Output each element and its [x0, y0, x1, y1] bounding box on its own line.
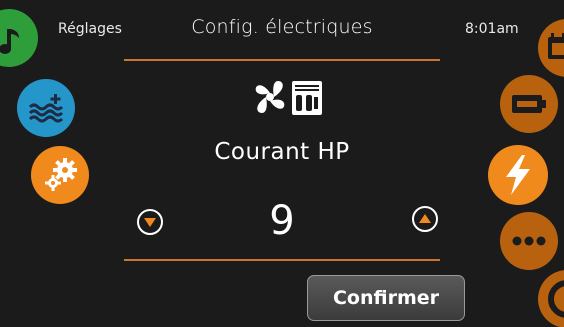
- music-icon: [0, 29, 19, 54]
- water-button[interactable]: [17, 79, 75, 137]
- water-waves-icon: [28, 94, 64, 123]
- increase-button[interactable]: [412, 206, 438, 232]
- header-divider: [124, 59, 440, 61]
- power-icon: [548, 280, 564, 318]
- battery-button[interactable]: [500, 75, 558, 133]
- clock: 8:01am: [465, 21, 519, 37]
- power-button[interactable]: [538, 270, 564, 327]
- screen: Réglages Config. électriques 8:01am Cour…: [0, 0, 564, 327]
- music-button[interactable]: [0, 9, 38, 67]
- value-divider: [124, 259, 440, 261]
- calendar-icon: [548, 33, 564, 59]
- battery-icon: [512, 95, 546, 113]
- confirm-button[interactable]: Confirmer: [307, 275, 465, 321]
- triangle-up-icon: [419, 214, 431, 223]
- setting-label: Courant HP: [214, 139, 350, 165]
- calendar-button[interactable]: [538, 19, 564, 77]
- setting-value: 9: [269, 198, 295, 244]
- heat-pump-icon: [255, 81, 322, 115]
